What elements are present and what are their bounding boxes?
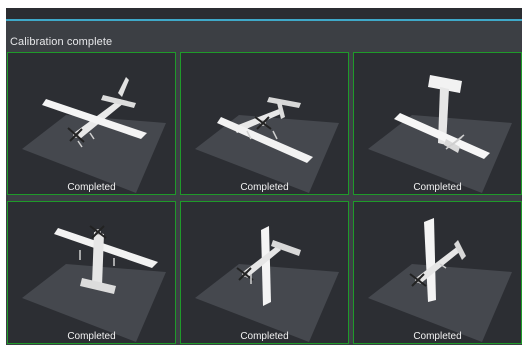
orientation-tile-6: Completed (353, 201, 522, 344)
airplane-left-side-icon (195, 226, 339, 342)
calibration-status-text: Calibration complete (10, 36, 113, 48)
tile-status: Completed (67, 331, 116, 342)
orientation-tile-3: Completed (353, 52, 522, 195)
airplane-right-side-icon (368, 218, 512, 342)
orientation-tile-4: Completed (7, 201, 176, 344)
airplane-upside-down-icon (195, 97, 339, 193)
tile-status: Completed (413, 182, 462, 193)
orientation-tile-2: Completed (180, 52, 349, 195)
orientation-tile-1: Completed (7, 52, 176, 195)
airplane-nose-down-icon (368, 75, 512, 193)
calibration-window: Calibration complete Completed Completed… (0, 0, 528, 345)
tile-status: Completed (240, 182, 289, 193)
tile-status: Completed (240, 331, 289, 342)
top-bar (6, 8, 522, 19)
tile-status: Completed (67, 182, 116, 193)
airplane-nose-up-icon (22, 225, 166, 342)
airplane-level-icon (22, 77, 166, 193)
tile-status: Completed (413, 331, 462, 342)
orientation-tile-5: Completed (180, 201, 349, 344)
